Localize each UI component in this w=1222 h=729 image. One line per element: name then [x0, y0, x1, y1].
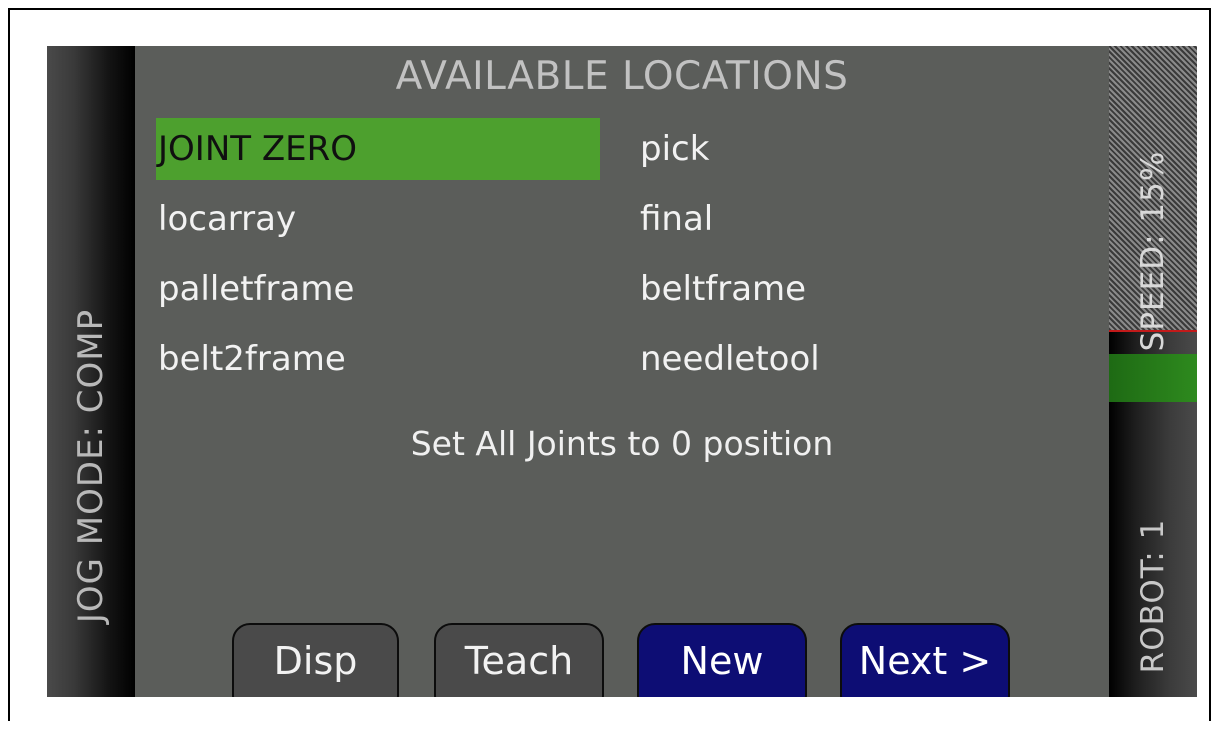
- teach-button[interactable]: Teach: [434, 623, 604, 697]
- status-bar[interactable]: SPEED: 15% ROBOT: 1: [1109, 46, 1197, 697]
- location-item-locarray[interactable]: locarray: [156, 188, 600, 250]
- pendant-screen: JOG MODE: COMP AVAILABLE LOCATIONS JOINT…: [47, 46, 1197, 697]
- robot-label: ROBOT: 1: [1135, 518, 1171, 674]
- next-button[interactable]: Next >: [840, 623, 1010, 697]
- location-item-belt2frame[interactable]: belt2frame: [156, 328, 600, 390]
- new-button[interactable]: New: [637, 623, 807, 697]
- location-item-joint-zero[interactable]: JOINT ZERO: [156, 118, 600, 180]
- jog-mode-bar[interactable]: JOG MODE: COMP: [47, 46, 135, 697]
- location-item-final[interactable]: final: [638, 188, 1082, 250]
- location-item-pick[interactable]: pick: [638, 118, 1082, 180]
- location-item-palletframe[interactable]: palletframe: [156, 258, 600, 320]
- location-item-needletool[interactable]: needletool: [638, 328, 1082, 390]
- jog-mode-label: JOG MODE: COMP: [71, 308, 111, 624]
- speed-label: SPEED: 15%: [1135, 150, 1171, 352]
- speed-level-indicator: [1109, 354, 1197, 402]
- location-item-beltframe[interactable]: beltframe: [638, 258, 1082, 320]
- page-title: AVAILABLE LOCATIONS: [395, 54, 849, 99]
- location-description: Set All Joints to 0 position: [410, 424, 834, 463]
- disp-button[interactable]: Disp: [232, 623, 399, 697]
